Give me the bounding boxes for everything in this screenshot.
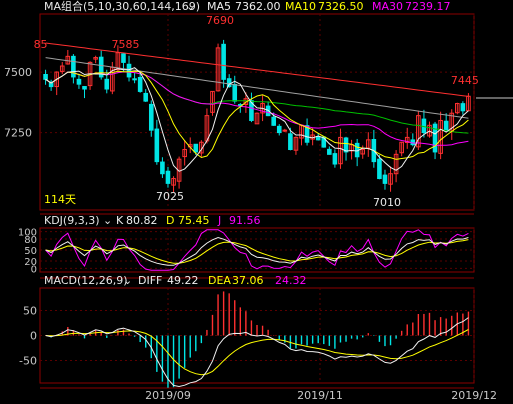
candle-body (271, 116, 276, 126)
price-annotation: 7010 (373, 196, 401, 209)
macd-dropdown-icon[interactable]: ⌄ (123, 274, 132, 287)
ma10-label: MA10 (285, 0, 316, 13)
d-label: D (166, 214, 174, 227)
chart-background (0, 0, 513, 404)
candle-body (160, 161, 165, 175)
candle-body (282, 129, 288, 132)
j-label: J (217, 214, 221, 227)
y-tick-label: 7500 (4, 66, 32, 79)
candle-body (132, 78, 137, 81)
candle-body (377, 158, 382, 180)
candle-body (76, 78, 82, 85)
candle-body (382, 174, 388, 184)
j-value: 91.56 (229, 214, 261, 227)
x-tick-label: 2019/12 (451, 389, 497, 402)
candle-body (288, 133, 293, 151)
macd-tick-label: 0 (30, 330, 37, 343)
ma10-value: 7326.50 (318, 0, 364, 13)
price-annotation: 7690 (206, 14, 234, 27)
ma5-value: 7362.00 (235, 0, 281, 13)
macd-indicator-label[interactable]: MACD(12,26,9) (44, 274, 128, 287)
macd-tick-label: -50 (19, 355, 37, 368)
dea-value: 37.06 (232, 274, 264, 287)
candle-body (121, 53, 126, 63)
main-indicator-label[interactable]: MA组合(5,10,30,60,144,169) (44, 0, 200, 13)
candle-body (126, 63, 132, 78)
kdj-indicator-label[interactable]: KDJ(9,3,3) (44, 214, 100, 227)
macd-value: 24.32 (275, 274, 307, 287)
price-annotation: 7585 (111, 38, 139, 51)
candle-body (332, 153, 338, 165)
candle-body (148, 103, 154, 131)
y-tick-label: 7250 (4, 127, 32, 140)
candle-body (232, 83, 238, 102)
candle-body (193, 143, 199, 153)
candle-body (327, 148, 332, 155)
candle-body (154, 128, 160, 163)
diff-value: 49.22 (167, 274, 199, 287)
x-tick-label: 2019/09 (145, 389, 191, 402)
candle-body (104, 78, 110, 90)
candle-body (82, 86, 87, 90)
candle-body (276, 125, 282, 134)
kdj-tick-label: 50 (24, 246, 37, 257)
kdj-tick-label: 80 (24, 235, 37, 246)
candle-body (343, 137, 349, 153)
macd-tick-label: 50 (23, 305, 37, 318)
d-value: 75.45 (178, 214, 210, 227)
ma30-label: MA30 (372, 0, 403, 13)
ma30-value: 7239.17 (405, 0, 451, 13)
candle-body (71, 55, 76, 78)
candle-body (226, 78, 232, 88)
stock-chart: 750072501008050200500-502019/09 2019/11 20… (0, 0, 513, 404)
candle-body (460, 103, 466, 112)
kdj-tick-label: 0 (31, 264, 37, 275)
candle-body (137, 76, 143, 92)
candle-body (443, 120, 449, 131)
price-annotation: 7445 (451, 74, 479, 87)
kdj-dropdown-icon[interactable]: ⌄ (103, 214, 112, 227)
price-annotation: 85 (34, 38, 48, 51)
diff-label: DIFF (138, 274, 162, 287)
candle-body (143, 92, 149, 102)
x-tick-label: 2019/11 (297, 389, 343, 402)
dea-label: DEA (208, 274, 231, 287)
ma5-label: MA5 (207, 0, 231, 13)
k-value: 80.82 (126, 214, 158, 227)
price-annotation: 7025 (156, 190, 184, 203)
period-label: 114天 (44, 193, 76, 206)
main-indicator-dropdown-icon[interactable]: ⌄ (186, 0, 195, 13)
candle-body (315, 136, 321, 141)
candle-body (43, 73, 48, 80)
candle-body (165, 170, 171, 184)
candle-body (221, 43, 226, 80)
k-label: K (116, 214, 124, 227)
